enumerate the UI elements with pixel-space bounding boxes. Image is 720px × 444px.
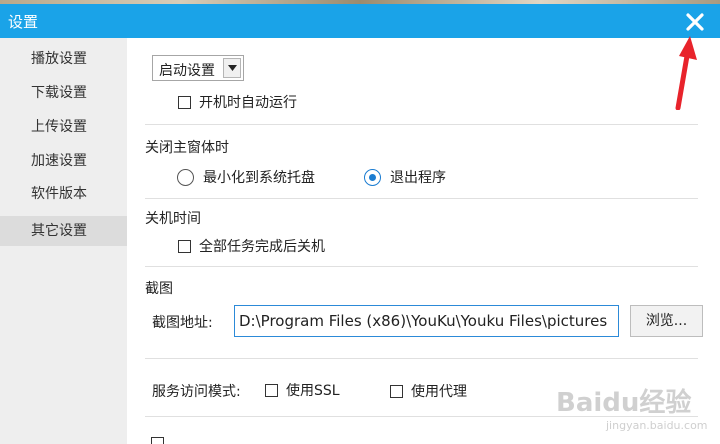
sidebar-item-label: 软件版本 [31, 186, 87, 202]
sidebar-item-label: 下载设置 [31, 85, 87, 101]
settings-sidebar: 播放设置 下载设置 上传设置 加速设置 软件版本 其它设置 [0, 38, 127, 444]
sidebar-item-download[interactable]: 下载设置 [0, 78, 127, 108]
startup-select[interactable]: 启动设置 [152, 55, 244, 81]
exit-program-label: 退出程序 [390, 170, 446, 186]
divider [145, 124, 698, 125]
watermark-url: jingyan.baidu.com [606, 419, 708, 432]
autorun-checkbox[interactable] [178, 96, 191, 109]
sidebar-item-label: 加速设置 [31, 153, 87, 169]
sidebar-item-version[interactable]: 软件版本 [0, 179, 127, 209]
screenshot-path-label: 截图地址: [152, 315, 213, 331]
shutdown-after-tasks-label: 全部任务完成后关机 [199, 239, 325, 255]
use-proxy-label: 使用代理 [411, 384, 467, 400]
settings-window: 设置 播放设置 下载设置 上传设置 加速设置 软件版本 其它设置 启动设置 开机… [0, 4, 720, 444]
minimize-to-tray-radio[interactable] [177, 169, 194, 186]
use-ssl-checkbox[interactable] [265, 384, 278, 397]
title-bar[interactable]: 设置 [0, 4, 720, 38]
minimize-to-tray-label: 最小化到系统托盘 [203, 170, 315, 186]
sidebar-item-playback[interactable]: 播放设置 [0, 44, 127, 74]
watermark-logo: Baidu经验 [556, 388, 692, 418]
divider [145, 358, 698, 359]
annotation-arrow-icon [675, 36, 697, 110]
sidebar-item-acceleration[interactable]: 加速设置 [0, 146, 127, 176]
close-icon [686, 13, 704, 31]
use-proxy-checkbox[interactable] [390, 385, 403, 398]
screenshot-path-input[interactable]: D:\Program Files (x86)\YouKu\Youku Files… [234, 305, 619, 337]
service-mode-label: 服务访问模式: [152, 384, 241, 400]
sidebar-item-label: 其它设置 [31, 223, 87, 239]
sidebar-item-label: 上传设置 [31, 119, 87, 135]
screenshot-heading: 截图 [145, 281, 173, 297]
cutoff-checkbox[interactable] [151, 437, 164, 444]
shutdown-after-tasks-checkbox[interactable] [178, 240, 191, 253]
use-ssl-label: 使用SSL [286, 383, 340, 399]
sidebar-item-other[interactable]: 其它设置 [0, 216, 127, 246]
exit-program-radio[interactable] [364, 169, 381, 186]
close-main-heading: 关闭主窗体时 [145, 140, 229, 156]
browse-button[interactable]: 浏览... [630, 305, 703, 337]
divider [145, 198, 698, 199]
window-title: 设置 [8, 13, 39, 31]
close-button[interactable] [683, 10, 707, 34]
divider [145, 266, 698, 267]
shutdown-heading: 关机时间 [145, 211, 201, 227]
dropdown-arrow-icon[interactable] [223, 58, 241, 78]
startup-select-value: 启动设置 [159, 63, 215, 79]
sidebar-item-upload[interactable]: 上传设置 [0, 112, 127, 142]
sidebar-item-label: 播放设置 [31, 51, 87, 67]
autorun-label: 开机时自动运行 [199, 95, 297, 111]
